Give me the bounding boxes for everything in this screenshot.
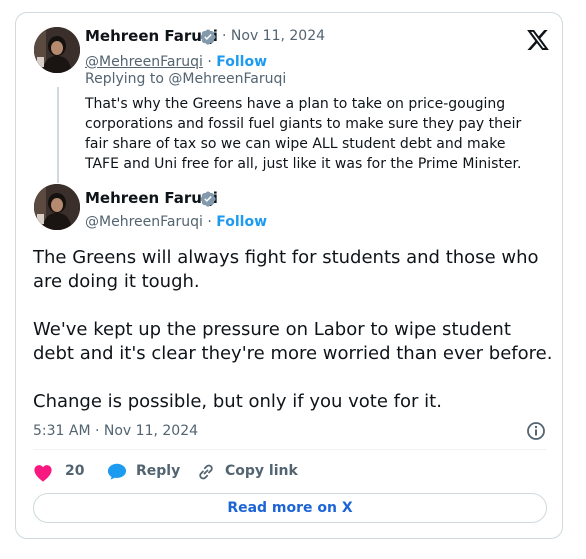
- reply-author-name[interactable]: Mehreen Faruqi: [85, 27, 218, 45]
- read-more-button[interactable]: Read more on X: [33, 493, 547, 523]
- reply-date[interactable]: · Nov 11, 2024: [222, 28, 325, 44]
- heart-icon: [34, 464, 52, 482]
- reply-button[interactable]: Reply: [136, 463, 180, 479]
- post-paragraph-2: We've kept up the pressure on Labor to w…: [33, 319, 553, 364]
- info-icon[interactable]: [526, 421, 546, 441]
- link-icon[interactable]: [196, 462, 216, 482]
- like-count[interactable]: 20: [65, 463, 84, 479]
- post-paragraph-1: The Greens will always fight for student…: [33, 247, 539, 292]
- author-handle[interactable]: @MehreenFaruqi: [85, 214, 203, 230]
- follow-button[interactable]: Follow: [216, 214, 267, 230]
- reply-author-avatar[interactable]: [34, 27, 80, 73]
- actions-divider: [33, 449, 547, 450]
- separator-dot: ·: [202, 214, 217, 230]
- post-paragraph-3: Change is possible, but only if you vote…: [33, 391, 442, 412]
- reply-bubble-icon[interactable]: [107, 462, 127, 481]
- like-action[interactable]: [33, 462, 53, 482]
- copy-link-button[interactable]: Copy link: [225, 463, 298, 479]
- reply-handle-row: @MehreenFaruqi · Follow: [85, 51, 267, 70]
- tweet-embed-card: Mehreen Faruqi · Nov 11, 2024 @MehreenFa…: [15, 12, 563, 539]
- x-logo-icon[interactable]: [527, 30, 549, 50]
- replying-to-label[interactable]: Replying to @MehreenFaruqi: [85, 71, 286, 87]
- reply-author-handle[interactable]: @MehreenFaruqi: [85, 54, 203, 70]
- post-timestamp[interactable]: 5:31 AM · Nov 11, 2024: [33, 423, 198, 439]
- verified-badge-icon: [200, 191, 216, 207]
- thread-connector-line: [57, 87, 59, 183]
- reply-follow-button[interactable]: Follow: [216, 54, 267, 70]
- author-handle-row: @MehreenFaruqi · Follow: [85, 211, 267, 230]
- separator-dot: ·: [202, 54, 217, 70]
- verified-badge-icon: [200, 29, 216, 45]
- reply-body-text: That's why the Greens have a plan to tak…: [85, 96, 522, 172]
- author-name[interactable]: Mehreen Faruqi: [85, 189, 218, 207]
- author-avatar[interactable]: [34, 184, 80, 230]
